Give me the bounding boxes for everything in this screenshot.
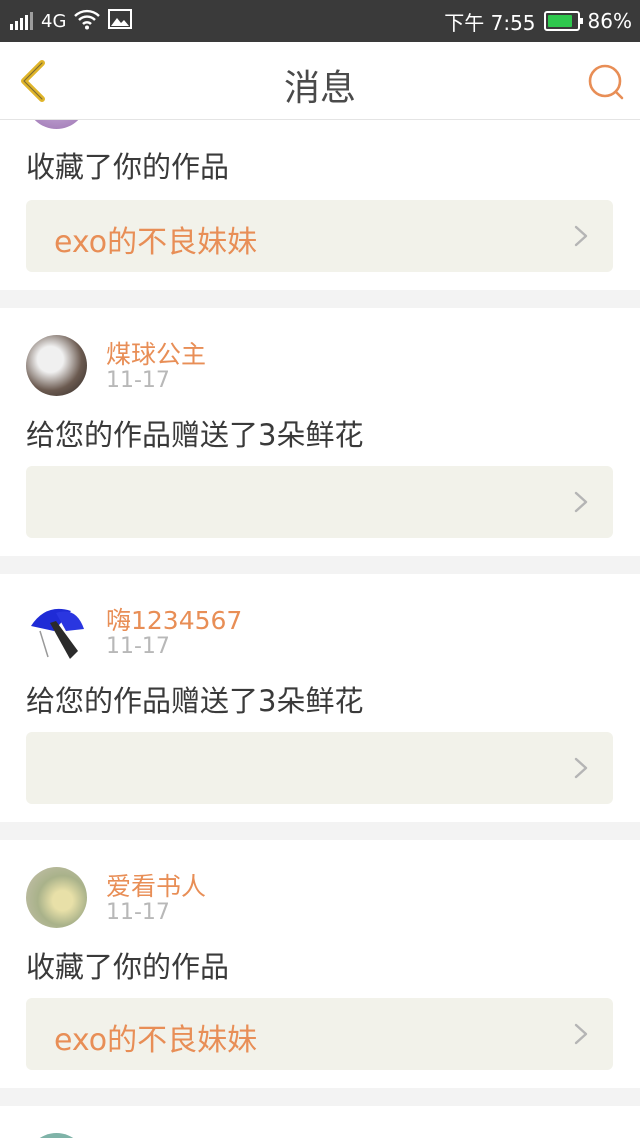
message-date: 11-17: [106, 900, 170, 925]
network-type: 4G: [41, 10, 67, 32]
work-link[interactable]: exo的不良妹妹: [26, 200, 613, 272]
page-title: 消息: [283, 68, 356, 109]
chevron-right-icon: [574, 225, 588, 247]
work-title: exo的不良妹妹: [54, 1023, 258, 1058]
username[interactable]: 爱看书人: [106, 867, 206, 903]
chevron-right-icon: [574, 757, 588, 779]
message-list[interactable]: 收藏了你的作品 exo的不良妹妹 煤球公主 11-17 给您的作品赠送了3朵鲜花: [0, 120, 640, 1138]
battery-icon: [543, 11, 583, 31]
avatar[interactable]: [26, 867, 87, 928]
message-text: 收藏了你的作品: [26, 150, 230, 184]
chevron-right-icon: [574, 1023, 588, 1045]
battery-percent: 86%: [587, 9, 632, 33]
work-link[interactable]: [26, 466, 613, 538]
message-date: 11-17: [106, 368, 170, 393]
gallery-icon: [108, 8, 133, 34]
status-bar: 4G 下午 7:55 86%: [0, 0, 640, 42]
message-card: 嗨1234567 11-17 给您的作品赠送了3朵鲜花: [0, 574, 640, 822]
message-text: 给您的作品赠送了3朵鲜花: [26, 684, 364, 718]
message-card: 收藏了你的作品 exo的不良妹妹: [0, 120, 640, 290]
message-date: 11-17: [106, 634, 170, 659]
nav-bar: 消息: [0, 42, 640, 120]
message-card: 爱看书人 11-17 收藏了你的作品 exo的不良妹妹: [0, 840, 640, 1088]
avatar[interactable]: [26, 120, 87, 129]
username[interactable]: 煤球公主: [106, 335, 206, 371]
chevron-right-icon: [574, 491, 588, 513]
search-icon[interactable]: [586, 62, 626, 102]
avatar[interactable]: [26, 335, 87, 396]
message-card: [0, 1106, 640, 1138]
avatar[interactable]: [26, 601, 87, 662]
message-text: 给您的作品赠送了3朵鲜花: [26, 418, 364, 452]
message-card: 煤球公主 11-17 给您的作品赠送了3朵鲜花: [0, 308, 640, 556]
wifi-icon: [74, 8, 101, 35]
clock: 下午 7:55: [444, 10, 536, 35]
work-link[interactable]: [26, 732, 613, 804]
avatar[interactable]: [26, 1133, 87, 1138]
work-title: exo的不良妹妹: [54, 225, 258, 260]
username[interactable]: 嗨1234567: [106, 601, 242, 637]
work-link[interactable]: exo的不良妹妹: [26, 998, 613, 1070]
signal-bars-icon: [10, 12, 33, 30]
message-text: 收藏了你的作品: [26, 950, 230, 984]
